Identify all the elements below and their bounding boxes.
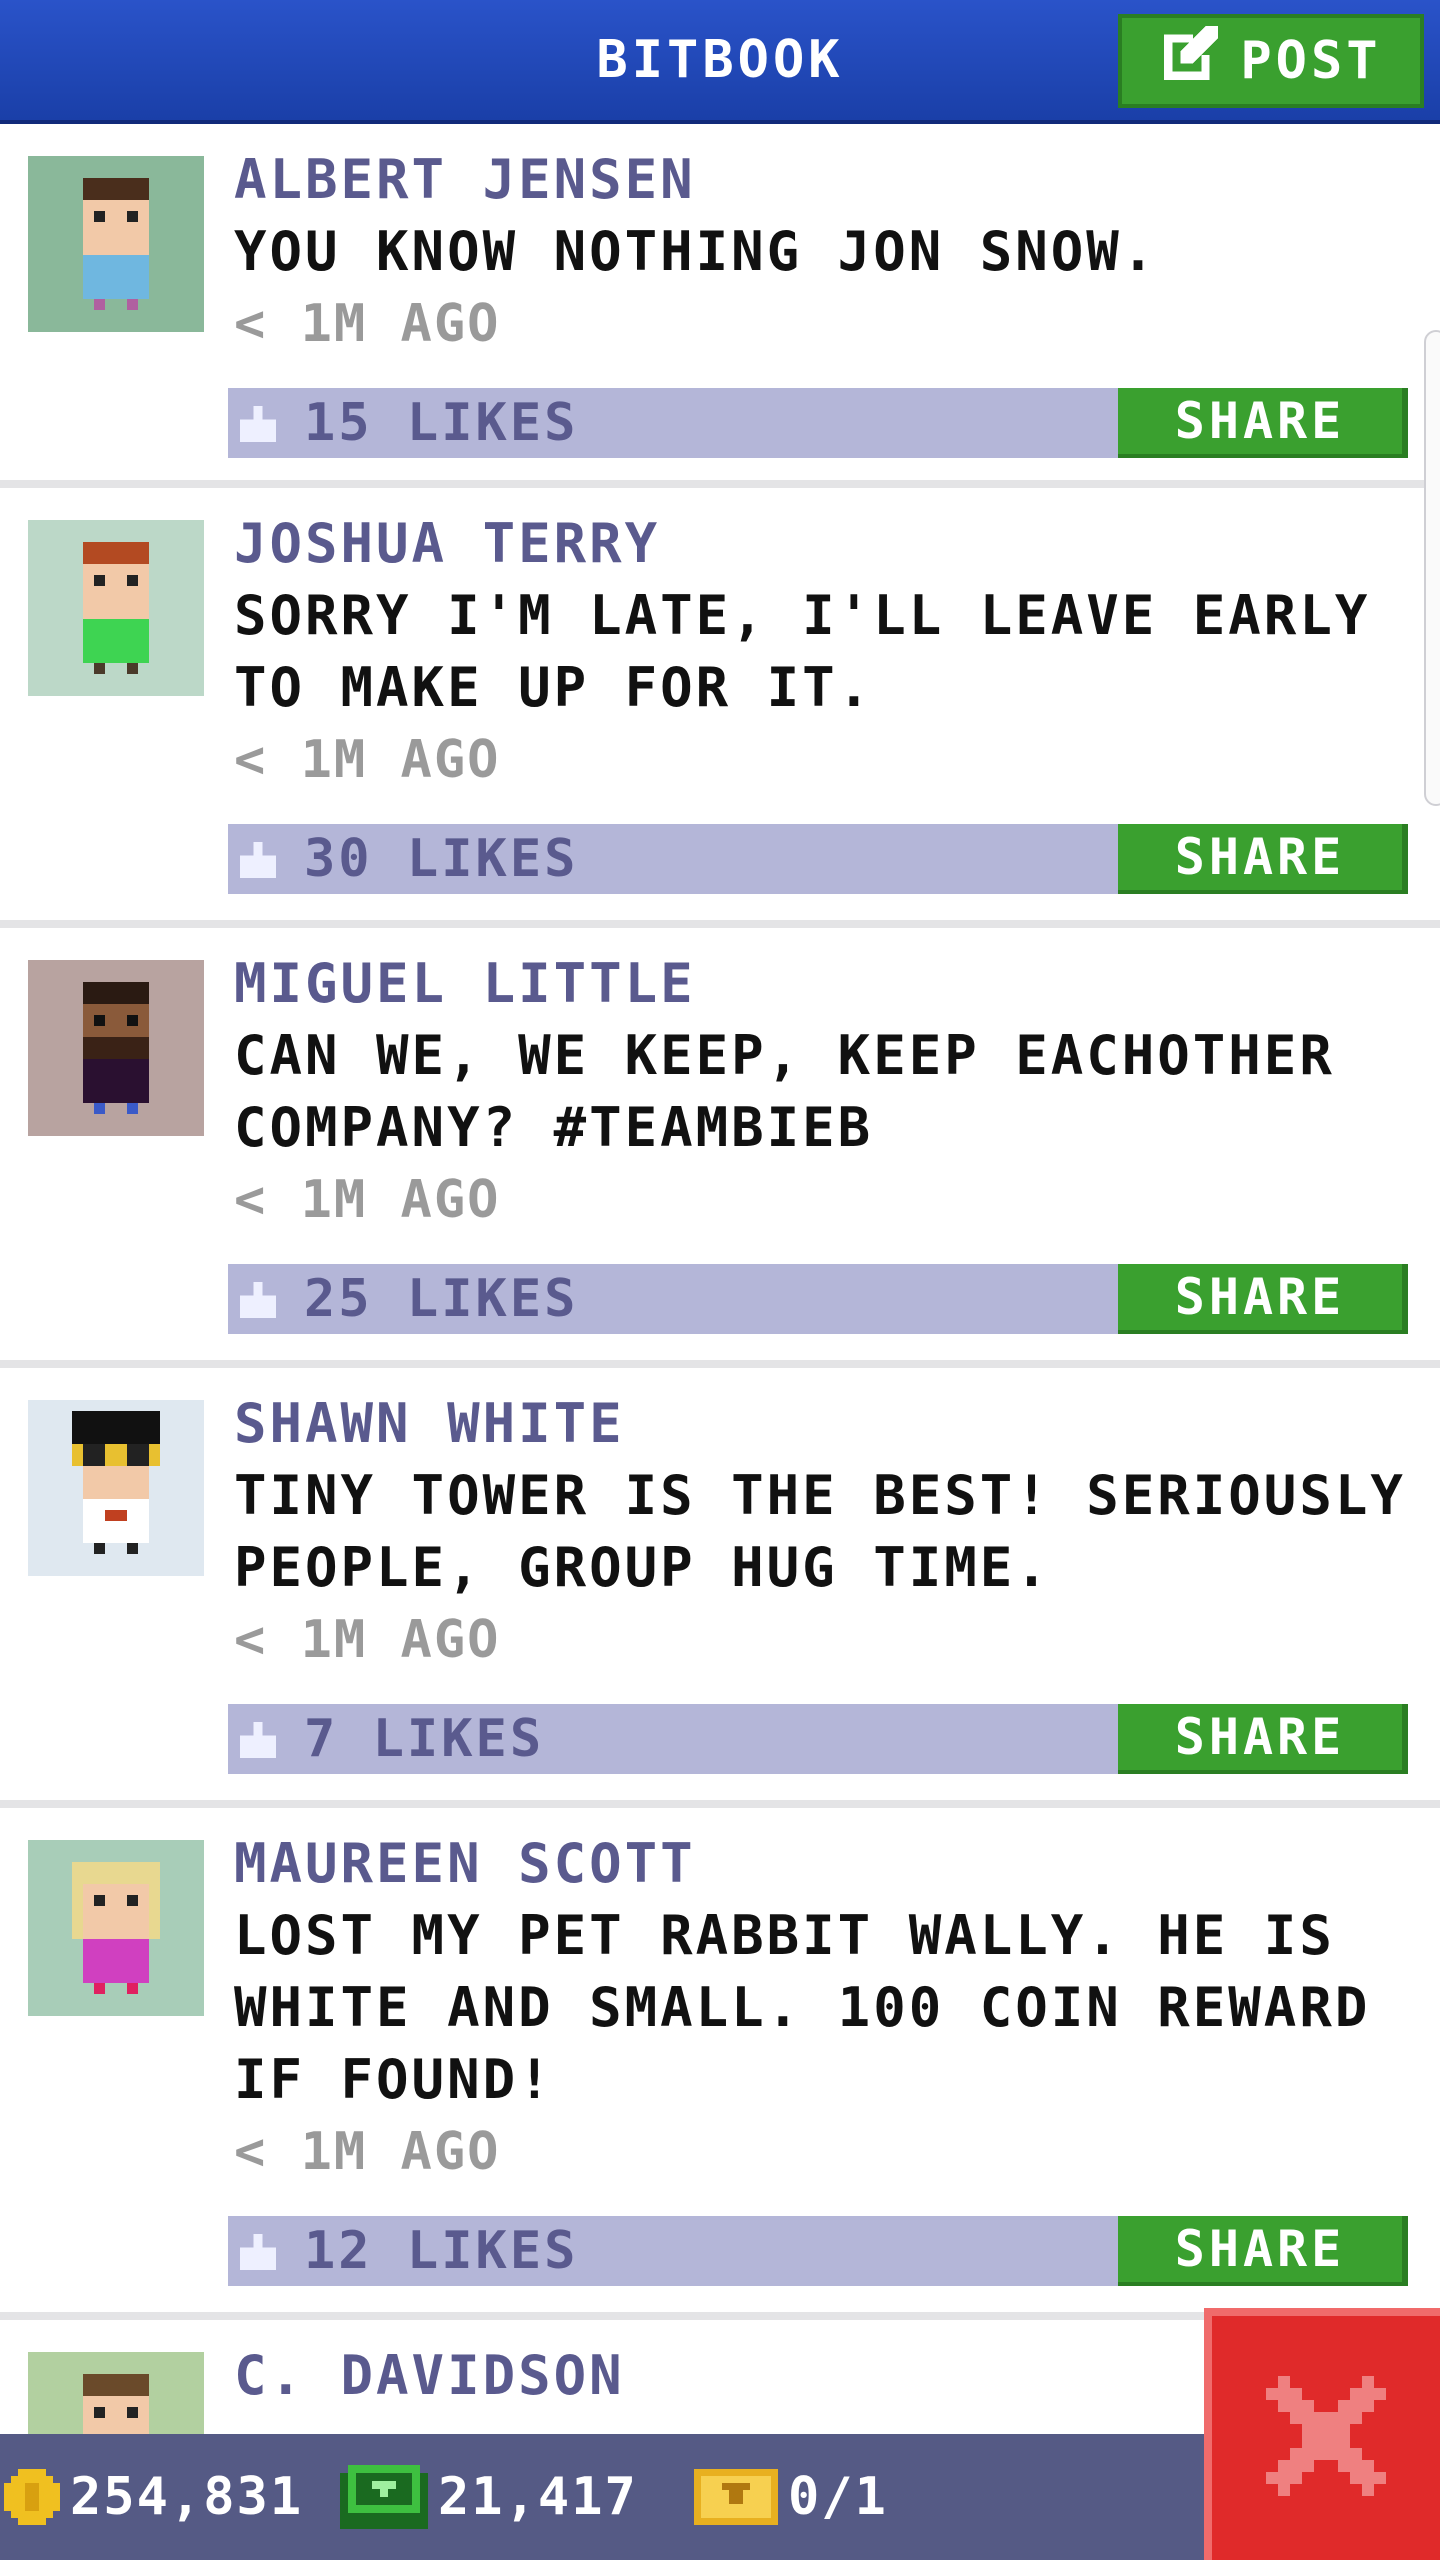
likes-count: 25 LIKES <box>304 1269 579 1329</box>
share-button[interactable]: SHARE <box>1118 1264 1408 1334</box>
post-author[interactable]: MIGUEL LITTLE <box>234 948 696 1020</box>
post-button-label: POST <box>1240 31 1382 91</box>
likes-count: 15 LIKES <box>304 393 579 453</box>
post-time: < 1M AGO <box>234 294 501 354</box>
share-button[interactable]: SHARE <box>1118 2216 1408 2286</box>
feed-post: MAUREEN SCOTT LOST MY PET RABBIT WALLY. … <box>0 1808 1440 2320</box>
scrollbar[interactable] <box>1424 330 1440 806</box>
divider <box>0 1800 1440 1808</box>
likes-bar: 7 LIKES SHARE <box>228 1704 1408 1774</box>
post-message: LOST MY PET RABBIT WALLY. HE IS WHITE AN… <box>234 1904 1371 2111</box>
post-author[interactable]: C. DAVIDSON <box>234 2340 625 2412</box>
post-author[interactable]: ALBERT JENSEN <box>234 144 696 216</box>
share-button[interactable]: SHARE <box>1118 388 1408 458</box>
feed-post: SHAWN WHITE TINY TOWER IS THE BEST! SERI… <box>0 1368 1440 1808</box>
post-message: SORRY I'M LATE, I'LL LEAVE EARLY TO MAKE… <box>234 584 1371 719</box>
divider <box>0 480 1440 488</box>
avatar[interactable] <box>28 520 204 696</box>
feed-post: JOSHUA TERRY SORRY I'M LATE, I'LL LEAVE … <box>0 488 1440 928</box>
top-bar: BITBOOK POST <box>0 0 1440 124</box>
post-time: < 1M AGO <box>234 1610 501 1670</box>
coins-value: 254,831 <box>70 2467 304 2527</box>
avatar[interactable] <box>28 1840 204 2016</box>
post-message: TINY TOWER IS THE BEST! SERIOUSLY PEOPLE… <box>234 1464 1406 1599</box>
close-icon <box>1266 2376 1386 2500</box>
likes-bar: 25 LIKES SHARE <box>228 1264 1408 1334</box>
post-author[interactable]: JOSHUA TERRY <box>234 508 660 580</box>
post-time: < 1M AGO <box>234 2122 501 2182</box>
likes-count: 7 LIKES <box>304 1709 545 1769</box>
post-button[interactable]: POST <box>1118 14 1424 108</box>
likes-count: 30 LIKES <box>304 829 579 889</box>
likes-count: 12 LIKES <box>304 2221 579 2281</box>
tickets-value: 0/1 <box>788 2467 888 2527</box>
divider <box>0 920 1440 928</box>
avatar[interactable] <box>28 1400 204 1576</box>
feed[interactable]: ALBERT JENSEN YOU KNOW NOTHING JON SNOW.… <box>0 124 1440 2560</box>
ticket-icon <box>694 2469 778 2525</box>
close-button[interactable] <box>1204 2308 1440 2560</box>
feed-post: MIGUEL LITTLE CAN WE, WE KEEP, KEEP EACH… <box>0 928 1440 1368</box>
likes-bar: 15 LIKES SHARE <box>228 388 1408 458</box>
likes-bar: 30 LIKES SHARE <box>228 824 1408 894</box>
thumbs-up-icon[interactable] <box>240 842 276 878</box>
share-button[interactable]: SHARE <box>1118 824 1408 894</box>
post-message: YOU KNOW NOTHING JON SNOW. <box>234 220 1158 283</box>
bux-value: 21,417 <box>438 2467 638 2527</box>
coin-icon <box>4 2469 60 2525</box>
thumbs-up-icon[interactable] <box>240 1722 276 1758</box>
feed-post: ALBERT JENSEN YOU KNOW NOTHING JON SNOW.… <box>0 124 1440 488</box>
avatar[interactable] <box>28 156 204 332</box>
likes-bar: 12 LIKES SHARE <box>228 2216 1408 2286</box>
thumbs-up-icon[interactable] <box>240 2234 276 2270</box>
edit-icon <box>1160 25 1219 97</box>
thumbs-up-icon[interactable] <box>240 1282 276 1318</box>
tickets-stat: 0/1 <box>694 2434 888 2560</box>
post-time: < 1M AGO <box>234 1170 501 1230</box>
post-time: < 1M AGO <box>234 730 501 790</box>
bux-icon <box>340 2465 428 2529</box>
share-button[interactable]: SHARE <box>1118 1704 1408 1774</box>
thumbs-up-icon[interactable] <box>240 406 276 442</box>
avatar[interactable] <box>28 960 204 1136</box>
post-author[interactable]: SHAWN WHITE <box>234 1388 625 1460</box>
coins-stat: 254,831 <box>4 2434 303 2560</box>
divider <box>0 1360 1440 1368</box>
post-message: CAN WE, WE KEEP, KEEP EACHOTHER COMPANY?… <box>234 1024 1335 1159</box>
post-author[interactable]: MAUREEN SCOTT <box>234 1828 696 1900</box>
bux-stat: 21,417 <box>340 2434 638 2560</box>
